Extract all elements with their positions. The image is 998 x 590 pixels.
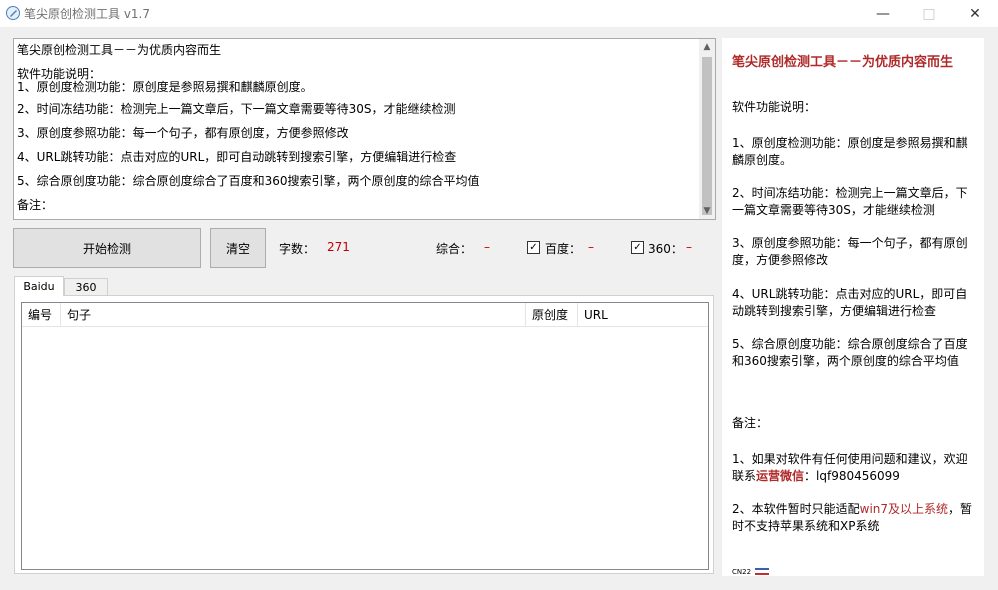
s360-checkbox[interactable]: ✓ (631, 241, 644, 254)
title-bar: 笔尖原创检测工具 v1.7 — □ ✕ (0, 0, 998, 27)
maximize-icon: □ (922, 5, 936, 22)
column-header-originality[interactable]: 原创度 (526, 303, 578, 327)
results-table[interactable]: 编号 句子 原创度 URL (21, 302, 709, 570)
editor-scrollbar[interactable]: ▲ ▼ (699, 39, 715, 219)
word-count-label: 字数： (279, 242, 316, 256)
info-heading: 软件功能说明： (732, 100, 817, 114)
editor-line: 1、原创度检测功能：原创度是参照易撰和麒麟原创度。 (17, 80, 313, 94)
content-textarea[interactable]: 笔尖原创检测工具－－为优质内容而生 软件功能说明： 1、原创度检测功能：原创度是… (13, 38, 716, 220)
info-feature: 1、原创度检测功能：原创度是参照易撰和麒麟原创度。 (732, 136, 968, 167)
editor-line: 5、综合原创度功能：综合原创度综合了百度和360搜索引擎，两个原创度的综合平均值 (17, 174, 480, 188)
tab-panel: 编号 句子 原创度 URL (14, 295, 714, 574)
wechat-highlight: 运营微信 (756, 469, 805, 483)
column-header-sentence[interactable]: 句子 (61, 303, 526, 327)
overall-label: 综合： (436, 242, 473, 256)
info-panel: 笔尖原创检测工具－－为优质内容而生 软件功能说明： 1、原创度检测功能：原创度是… (722, 38, 984, 576)
clear-button[interactable]: 清空 (210, 228, 266, 268)
editor-line: 笔尖原创检测工具－－为优质内容而生 (17, 43, 222, 57)
baidu-label: 百度： (545, 242, 582, 256)
editor-line: 备注： (17, 198, 54, 212)
tab-baidu[interactable]: Baidu (14, 276, 64, 296)
editor-line: 3、原创度参照功能：每一个句子，都有原创度，方便参照修改 (17, 126, 349, 140)
info-title: 笔尖原创检测工具－－为优质内容而生 (732, 55, 954, 70)
note-system: 2、本软件暂时只能适配win7及以上系统，暂时不支持苹果系统和XP系统 (732, 501, 976, 535)
checkmark-icon: ✓ (529, 242, 538, 253)
word-count-value: 271 (327, 240, 350, 254)
checkmark-icon: ✓ (633, 242, 642, 253)
note-text: ：lqf980456099 (804, 469, 900, 483)
info-feature: 2、时间冻结功能：检测完上一篇文章后，下一篇文章需要等待30S，才能继续检测 (732, 186, 968, 217)
column-header-url[interactable]: URL (578, 303, 708, 327)
info-feature: 5、综合原创度功能：综合原创度综合了百度和360搜索引擎，两个原创度的综合平均值 (732, 337, 968, 368)
close-button[interactable]: ✕ (952, 0, 998, 27)
pen-logo-icon (6, 6, 20, 20)
overall-value: – (484, 240, 490, 254)
tab-360[interactable]: 360 (64, 278, 108, 296)
note-text: 2、本软件暂时只能适配 (732, 502, 860, 516)
info-feature: 3、原创度参照功能：每一个句子，都有原创度，方便参照修改 (732, 236, 968, 267)
scroll-thumb[interactable] (702, 57, 712, 215)
system-highlight: win7及以上系统 (859, 502, 949, 516)
baidu-checkbox[interactable]: ✓ (527, 241, 540, 254)
maximize-button[interactable]: □ (906, 0, 952, 27)
tray-indicator: CN22 (732, 568, 770, 576)
notes-heading: 备注： (732, 416, 769, 430)
s360-label: 360： (648, 242, 683, 256)
close-icon: ✕ (969, 5, 981, 22)
column-header-id[interactable]: 编号 (22, 303, 61, 327)
window-title: 笔尖原创检测工具 v1.7 (24, 7, 151, 21)
editor-line: 4、URL跳转功能：点击对应的URL，即可自动跳转到搜索引擎，方便编辑进行检查 (17, 150, 457, 164)
info-feature: 4、URL跳转功能：点击对应的URL，即可自动跳转到搜索引擎，方便编辑进行检查 (732, 287, 968, 318)
tray-text: CN22 (732, 568, 752, 576)
scroll-down-icon[interactable]: ▼ (699, 203, 715, 219)
minimize-icon: — (876, 5, 890, 22)
baidu-value: – (588, 240, 594, 254)
start-check-button[interactable]: 开始检测 (13, 228, 201, 268)
editor-line: 2、时间冻结功能：检测完上一篇文章后，下一篇文章需要等待30S，才能继续检测 (17, 102, 456, 116)
note-contact: 1、如果对软件有任何使用问题和建议，欢迎联系运营微信：lqf980456099 (732, 451, 976, 485)
minimize-button[interactable]: — (860, 0, 906, 27)
flag-icon (755, 568, 770, 575)
scroll-up-icon[interactable]: ▲ (699, 39, 715, 55)
s360-value: – (686, 240, 692, 254)
table-header: 编号 句子 原创度 URL (22, 303, 708, 327)
